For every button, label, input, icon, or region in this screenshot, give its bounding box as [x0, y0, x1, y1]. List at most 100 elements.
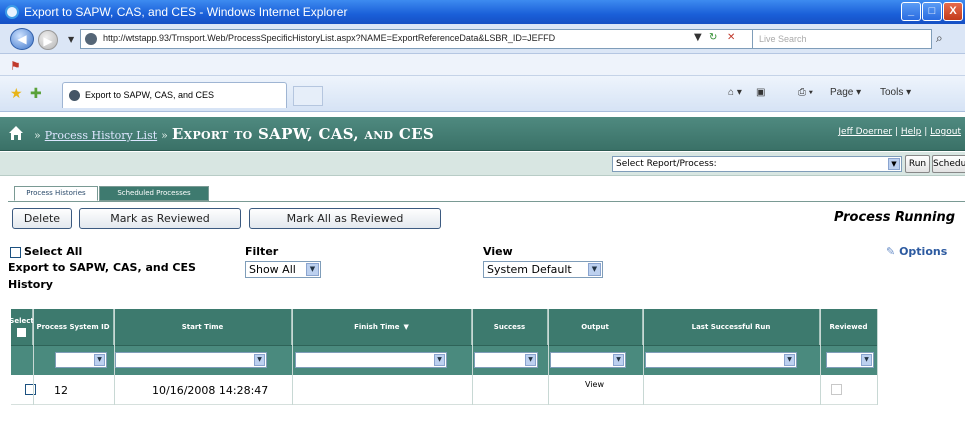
col-select: Select [9, 309, 34, 345]
filter-success[interactable]: ▼ [474, 352, 538, 368]
tab-process-histories[interactable]: Process Histories [14, 186, 98, 201]
grid-divider [820, 309, 821, 405]
grid-divider [292, 309, 293, 405]
col-last-successful-run[interactable]: Last Successful Run [643, 309, 820, 345]
app-header: » Process History List» Export to SAPW, CA… [0, 117, 965, 151]
tab-divider [8, 201, 965, 202]
grid-header: Select Process System ID Start Time Fini… [9, 309, 877, 345]
reviewed-checkbox [831, 384, 842, 395]
window-title: Export to SAPW, CAS, and CES - Windows I… [24, 5, 348, 19]
chevron-down-icon[interactable]: ▼ [613, 354, 624, 366]
delete-button[interactable]: Delete [12, 208, 72, 229]
refresh-icon[interactable]: ↻ [709, 32, 717, 43]
page-title: Export to SAPW, CAS, and CES [171, 125, 435, 143]
col-process-id[interactable]: Process System ID [33, 309, 114, 345]
chevron-down-icon[interactable]: ▼ [254, 354, 265, 366]
tab-favicon [69, 90, 80, 101]
add-favorites-icon[interactable]: ✚ [30, 86, 42, 102]
user-link[interactable]: Jeff Doerner [838, 127, 892, 137]
feeds-menu-icon[interactable]: ▣ [756, 87, 765, 98]
report-process-select[interactable]: Select Report/Process: ▼ [612, 156, 902, 172]
col-reviewed[interactable]: Reviewed [820, 309, 877, 345]
filter-select[interactable]: Show All ▼ [245, 261, 321, 278]
home-menu-icon[interactable]: ⌂ ▾ [728, 87, 742, 98]
header-select-checkbox[interactable] [17, 328, 26, 337]
browser-tabbar: ★ ✚ Export to SAPW, CAS, and CES ⌂ ▾ ▣ ⎙… [0, 76, 965, 112]
breadcrumb-separator: » [34, 129, 41, 142]
filter-output[interactable]: ▼ [550, 352, 626, 368]
search-placeholder: Live Search [759, 34, 807, 44]
mark-reviewed-button[interactable]: Mark as Reviewed [79, 208, 241, 229]
breadcrumb-process-history-list[interactable]: Process History List [45, 129, 157, 142]
filter-start-time[interactable]: ▼ [115, 352, 267, 368]
forward-icon[interactable]: ▶ [38, 30, 58, 50]
filter-reviewed[interactable]: ▼ [826, 352, 874, 368]
mark-all-reviewed-button[interactable]: Mark All as Reviewed [249, 208, 441, 229]
col-finish-time[interactable]: Finish Time ▼ [292, 309, 472, 345]
favorites-star-icon[interactable]: ★ [10, 86, 23, 102]
tab-scheduled-processes[interactable]: Scheduled Processes [99, 186, 209, 201]
address-dropdown-icon[interactable]: ▼ [694, 32, 702, 43]
chevron-down-icon[interactable]: ▼ [434, 354, 445, 366]
logout-link[interactable]: Logout [930, 127, 961, 137]
col-start-time[interactable]: Start Time [114, 309, 292, 345]
col-select-label: Select [9, 317, 34, 325]
internet-explorer-icon [5, 5, 19, 19]
view-output-link[interactable]: View [547, 380, 642, 389]
cell-start-time: 10/16/2008 14:28:47 [152, 384, 269, 397]
stop-icon[interactable]: ✕ [727, 32, 735, 43]
section-title-2: History [8, 278, 53, 291]
feeds-icon[interactable]: ⚑ [10, 59, 21, 73]
address-toolbar: ◀ ▶ ▼ http://wtstapp.93/Trnsport.Web/Pro… [0, 24, 965, 54]
chevron-down-icon[interactable]: ▼ [861, 354, 872, 366]
report-toolbar: Select Report/Process: ▼ Run Schedule [0, 152, 965, 176]
maximize-button[interactable]: □ [922, 2, 942, 21]
address-input[interactable]: http://wtstapp.93/Trnsport.Web/ProcessSp… [80, 29, 765, 49]
tools-menu[interactable]: Tools ▾ [880, 87, 911, 98]
cell-process-id: 12 [54, 384, 68, 397]
select-all-checkbox[interactable] [10, 247, 21, 258]
tools-menu-label: Tools [880, 87, 904, 98]
filter-label: Filter [245, 245, 279, 258]
history-dropdown-icon[interactable]: ▼ [68, 35, 74, 44]
col-success[interactable]: Success [472, 309, 548, 345]
table-row[interactable]: 12 10/16/2008 14:28:47 View [11, 375, 877, 405]
browser-tab[interactable]: Export to SAPW, CAS, and CES [62, 82, 287, 108]
chevron-down-icon[interactable]: ▼ [888, 158, 900, 170]
run-button[interactable]: Run [905, 155, 930, 173]
view-value: System Default [487, 263, 572, 276]
user-links: Jeff Doerner | Help | Logout [838, 127, 961, 137]
options-link[interactable]: ✎ Options [886, 245, 947, 258]
col-output[interactable]: Output [548, 309, 643, 345]
close-window-button[interactable]: X [943, 2, 963, 21]
page-menu[interactable]: Page ▾ [830, 87, 861, 98]
select-all-label: Select All [24, 245, 83, 258]
grid-divider [877, 309, 878, 405]
filter-value: Show All [249, 263, 296, 276]
pencil-icon: ✎ [886, 245, 896, 258]
site-icon [85, 33, 97, 45]
chevron-down-icon[interactable]: ▼ [525, 354, 536, 366]
search-input[interactable]: Live Search [752, 29, 932, 49]
chevron-down-icon[interactable]: ▼ [94, 354, 105, 366]
new-tab-button[interactable] [293, 86, 323, 106]
print-icon[interactable]: ⎙ ▾ [798, 87, 813, 98]
back-icon[interactable]: ◀ [10, 28, 34, 50]
chevron-down-icon[interactable]: ▼ [306, 263, 319, 276]
home-icon[interactable] [8, 125, 24, 141]
schedule-button[interactable]: Schedule [932, 155, 965, 173]
search-icon[interactable]: ⌕ [936, 31, 943, 46]
filter-last-run[interactable]: ▼ [645, 352, 797, 368]
report-select-value: Select Report/Process: [616, 159, 717, 169]
filter-finish-time[interactable]: ▼ [295, 352, 447, 368]
chevron-down-icon[interactable]: ▼ [588, 263, 601, 276]
url-text: http://wtstapp.93/Trnsport.Web/ProcessSp… [103, 33, 556, 43]
filter-process-id[interactable]: ▼ [55, 352, 107, 368]
links-toolbar: ⚑ [0, 54, 965, 76]
help-link[interactable]: Help [901, 127, 922, 137]
minimize-button[interactable]: _ [901, 2, 921, 21]
col-finish-time-label: Finish Time [354, 323, 400, 331]
row-select-checkbox[interactable] [25, 384, 36, 395]
chevron-down-icon[interactable]: ▼ [784, 354, 795, 366]
view-select[interactable]: System Default ▼ [483, 261, 603, 278]
